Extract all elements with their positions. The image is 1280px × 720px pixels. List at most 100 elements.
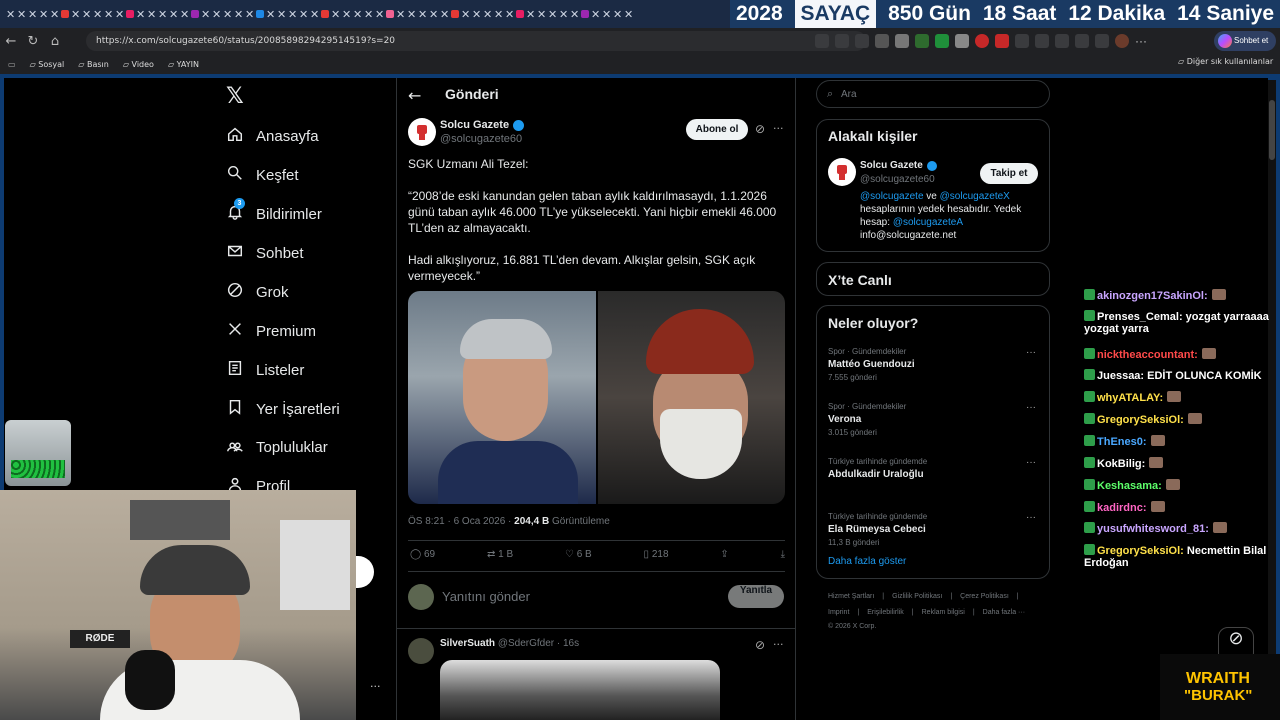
tab-close-icon[interactable]: ✕	[353, 8, 362, 21]
author-handle[interactable]: @solcugazete60	[440, 133, 522, 145]
follow-button[interactable]: Takip et	[980, 163, 1038, 184]
extension-icon[interactable]	[955, 34, 969, 48]
chat-username[interactable]: Prenses_Cemal:	[1097, 311, 1183, 323]
tab-close-icon[interactable]: ✕	[418, 8, 427, 21]
related-name[interactable]: Solcu Gazete	[860, 160, 923, 171]
tab-close-icon[interactable]: ✕	[245, 8, 254, 21]
tab-close-icon[interactable]: ✕	[6, 8, 15, 21]
reply-time[interactable]: · 16s	[557, 638, 579, 649]
nav-item-8[interactable]: Yer İşaretleri	[226, 398, 340, 420]
tab-close-icon[interactable]: ✕	[147, 8, 156, 21]
chat-username[interactable]: whyATALAY:	[1097, 392, 1163, 404]
bookmark-folder-sosyal[interactable]: ▱ Sosyal	[30, 60, 65, 69]
more-options-icon[interactable]: ···	[773, 638, 784, 651]
trend-item[interactable]: Spor · Gündemdekiler Mattéo Guendouzi 7.55…	[828, 347, 1038, 382]
grok-icon[interactable]: ⊘	[755, 638, 765, 652]
nav-item-6[interactable]: Premium	[226, 320, 316, 342]
tab-close-icon[interactable]: ✕	[472, 8, 481, 21]
scrollbar-thumb[interactable]	[1269, 100, 1275, 160]
extension-icon[interactable]	[915, 34, 929, 48]
footer-link[interactable]: Daha fazla ···	[983, 609, 1025, 616]
bookmark-folder-yayin[interactable]: ▱ YAYIN	[168, 60, 199, 69]
tab-close-icon[interactable]: ✕	[537, 8, 546, 21]
tab-close-icon[interactable]: ✕	[115, 8, 124, 21]
chat-username[interactable]: ThEnes0:	[1097, 436, 1147, 448]
tab-close-icon[interactable]: ✕	[570, 8, 579, 21]
post-time[interactable]: ÖS 8:21 · 6 Oca 2026 ·	[408, 516, 514, 527]
home-browser-icon[interactable]: ⌂	[44, 34, 66, 49]
split-screen-icon[interactable]	[1015, 34, 1029, 48]
chat-username[interactable]: kadirdnc:	[1097, 502, 1147, 514]
photo-right[interactable]	[597, 291, 785, 504]
tab-close-icon[interactable]: ✕	[223, 8, 232, 21]
tab-close-icon[interactable]: ✕	[180, 8, 189, 21]
tab-close-icon[interactable]: ✕	[548, 8, 557, 21]
nav-item-4[interactable]: Sohbet	[226, 242, 304, 264]
like-action[interactable]: ♡ 6 B	[565, 549, 592, 560]
tab-favicon-icon[interactable]	[581, 10, 589, 18]
tab-close-icon[interactable]: ✕	[28, 8, 37, 21]
bookmark-folder-video[interactable]: ▱ Video	[123, 60, 154, 69]
trend-item[interactable]: Türkiye tarihinde gündemde Abdulkadir Ura…	[828, 457, 1038, 480]
tab-close-icon[interactable]: ✕	[624, 8, 633, 21]
tab-grid-icon[interactable]	[815, 34, 829, 48]
grok-icon[interactable]: ⊘	[755, 122, 765, 136]
tab-close-icon[interactable]: ✕	[440, 8, 449, 21]
chat-username[interactable]: Keshasama:	[1097, 480, 1162, 492]
more-icon[interactable]: ···	[1135, 34, 1147, 48]
trend-more-icon[interactable]: ···	[1026, 512, 1036, 523]
reply-avatar[interactable]	[408, 638, 434, 664]
trend-more-icon[interactable]: ···	[1026, 402, 1036, 413]
tab-close-icon[interactable]: ✕	[212, 8, 221, 21]
reply-input[interactable]: Yanıtını gönder	[442, 589, 530, 604]
author-avatar[interactable]	[408, 118, 436, 146]
tab-close-icon[interactable]: ✕	[288, 8, 297, 21]
reload-icon[interactable]: ↻	[22, 34, 44, 49]
show-more-link[interactable]: Daha fazla göster	[828, 556, 906, 567]
x-logo-icon[interactable]: 𝕏	[226, 84, 244, 109]
chat-username[interactable]: Juessaa:	[1097, 370, 1144, 382]
more-options-icon[interactable]: ···	[773, 122, 784, 135]
share-icon[interactable]: ⇪	[720, 549, 728, 560]
tab-close-icon[interactable]: ✕	[17, 8, 26, 21]
bio-link[interactable]: @solcugazeteX	[940, 191, 1010, 202]
chat-username[interactable]: nicktheaccountant:	[1097, 349, 1198, 361]
nav-item-9[interactable]: Topluluklar	[226, 436, 328, 458]
tab-close-icon[interactable]: ✕	[234, 8, 243, 21]
trend-item[interactable]: Spor · Gündemdekiler Verona 3.015 gönderi ·…	[828, 402, 1038, 437]
trend-item[interactable]: Türkiye tarihinde gündemde Ela Rümeysa Ce…	[828, 512, 1038, 547]
tab-close-icon[interactable]: ✕	[526, 8, 535, 21]
tab-favicon-icon[interactable]	[191, 10, 199, 18]
bookmark-folder-basin[interactable]: ▱ Basın	[78, 60, 109, 69]
subscribe-button[interactable]: Abone ol	[686, 119, 748, 140]
bio-link[interactable]: @solcugazeteA	[893, 217, 963, 228]
tab-close-icon[interactable]: ✕	[505, 8, 514, 21]
nav-item-5[interactable]: Grok	[226, 281, 289, 303]
extension-icon[interactable]	[995, 34, 1009, 48]
reply-button[interactable]: Yanıtla	[728, 585, 784, 608]
reply-action[interactable]: ◯ 69	[410, 549, 435, 560]
photo-left[interactable]	[408, 291, 596, 504]
repost-action[interactable]: ⇄ 1 B	[487, 549, 513, 560]
tab-close-icon[interactable]: ✕	[82, 8, 91, 21]
footer-link[interactable]: Erişilebilirlik	[867, 609, 904, 616]
tab-favicon-icon[interactable]	[256, 10, 264, 18]
search-input[interactable]: Ara	[841, 89, 857, 100]
tab-close-icon[interactable]: ✕	[461, 8, 470, 21]
download-icon[interactable]: ⤓	[781, 549, 785, 560]
collections-icon[interactable]	[1055, 34, 1069, 48]
tab-close-icon[interactable]: ✕	[277, 8, 286, 21]
other-bookmarks[interactable]: ▱ Diğer sık kullanılanlar	[1178, 57, 1273, 66]
related-avatar[interactable]	[828, 158, 856, 186]
back-arrow-icon[interactable]: ←	[408, 86, 421, 105]
tab-favicon-icon[interactable]	[126, 10, 134, 18]
bio-link[interactable]: @solcugazete	[860, 191, 924, 202]
extension-icon[interactable]	[975, 34, 989, 48]
back-icon[interactable]: ←	[0, 34, 22, 49]
tab-close-icon[interactable]: ✕	[613, 8, 622, 21]
tab-close-icon[interactable]: ✕	[364, 8, 373, 21]
tab-close-icon[interactable]: ✕	[342, 8, 351, 21]
footer-link[interactable]: Hizmet Şartları	[828, 593, 874, 600]
tab-close-icon[interactable]: ✕	[407, 8, 416, 21]
favorites-icon[interactable]	[1035, 34, 1049, 48]
